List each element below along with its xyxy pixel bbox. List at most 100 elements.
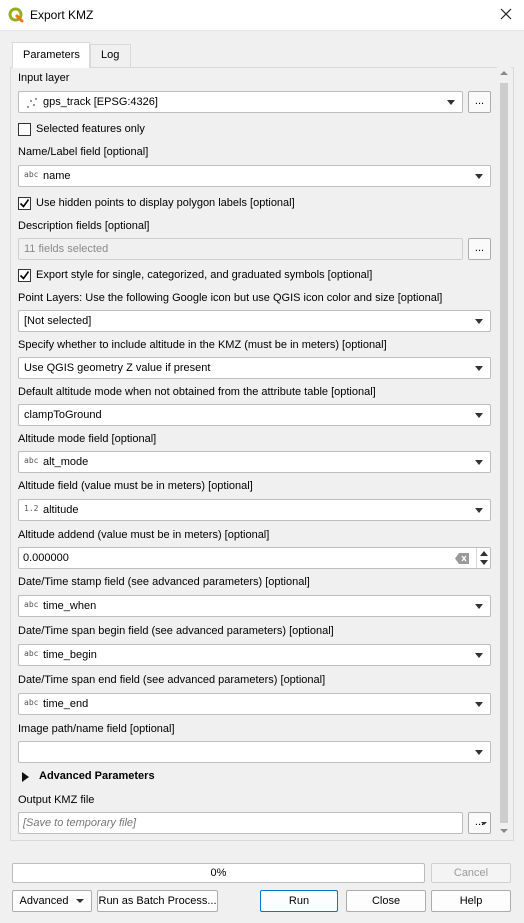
input-layer-value: gps_track [EPSG:4326] xyxy=(43,96,158,108)
run-batch-button[interactable]: Run as Batch Process... xyxy=(97,890,218,912)
step-down-icon[interactable] xyxy=(480,560,488,565)
description-fields-button[interactable]: ... xyxy=(468,238,491,260)
hidden-points-label: Use hidden points to display polygon lab… xyxy=(36,197,295,209)
ellipsis-label: ... xyxy=(474,242,485,254)
scroll-up-icon[interactable] xyxy=(500,71,508,75)
point-layer-icon xyxy=(27,98,37,108)
output-file-browse-button[interactable]: ... xyxy=(468,812,491,834)
numeric-field-icon: 1.2 xyxy=(24,504,39,513)
default-altitude-mode-label: Default altitude mode when not obtained … xyxy=(18,386,376,398)
tab-log[interactable]: Log xyxy=(90,44,131,68)
title-bar: Export KMZ xyxy=(0,0,524,31)
time-begin-label: Date/Time span begin field (see advanced… xyxy=(18,625,334,637)
advanced-label: Advanced xyxy=(19,895,69,907)
chevron-down-icon xyxy=(76,899,85,904)
altitude-field-combo[interactable]: 1.2 altitude xyxy=(18,499,491,521)
time-end-label: Date/Time span end field (see advanced p… xyxy=(18,674,326,686)
chevron-down-icon xyxy=(475,750,483,755)
altitude-addend-spinbox[interactable]: 0.000000 xyxy=(18,547,491,569)
tab-label: Log xyxy=(101,49,120,61)
chevron-down-icon xyxy=(475,702,483,707)
input-layer-label: Input layer xyxy=(18,72,70,84)
name-field-value: name xyxy=(43,170,71,182)
point-layers-combo[interactable]: [Not selected] xyxy=(18,310,491,332)
check-icon xyxy=(19,271,30,280)
export-style-label: Export style for single, categorized, an… xyxy=(36,269,373,281)
text-field-icon: abc xyxy=(24,698,39,707)
chevron-down-icon xyxy=(447,100,455,105)
image-field-combo[interactable] xyxy=(18,741,491,763)
close-button[interactable]: Close xyxy=(346,890,426,912)
point-layers-value: [Not selected] xyxy=(24,315,92,327)
altitude-include-combo[interactable]: Use QGIS geometry Z value if present xyxy=(18,357,491,379)
altitude-field-label: Altitude field (value must be in meters)… xyxy=(18,480,253,492)
time-stamp-combo[interactable]: abc time_when xyxy=(18,595,491,617)
altitude-field-value: altitude xyxy=(43,504,79,516)
help-button[interactable]: Help xyxy=(431,890,511,912)
run-button[interactable]: Run xyxy=(260,890,338,912)
advanced-parameters-label: Advanced Parameters xyxy=(39,770,155,782)
vertical-scrollbar[interactable] xyxy=(497,67,511,839)
time-end-combo[interactable]: abc time_end xyxy=(18,693,491,715)
expand-triangle-icon xyxy=(22,772,29,782)
hidden-points-checkbox[interactable] xyxy=(18,197,31,210)
time-begin-value: time_begin xyxy=(43,649,97,661)
tab-parameters[interactable]: Parameters xyxy=(12,42,90,68)
output-file-input[interactable] xyxy=(18,812,463,834)
chevron-down-icon xyxy=(475,319,483,324)
chevron-down-icon xyxy=(475,460,483,465)
window-title: Export KMZ xyxy=(30,8,94,22)
clear-icon[interactable] xyxy=(455,553,469,564)
ellipsis-label: ... xyxy=(474,95,485,107)
progress-percent: 0% xyxy=(210,867,227,879)
chevron-down-icon xyxy=(475,366,483,371)
time-begin-combo[interactable]: abc time_begin xyxy=(18,644,491,666)
altitude-mode-field-combo[interactable]: abc alt_mode xyxy=(18,451,491,473)
check-icon xyxy=(19,199,30,208)
altitude-include-label: Specify whether to include altitude in t… xyxy=(18,339,387,351)
text-field-icon: abc xyxy=(24,170,39,179)
chevron-down-icon xyxy=(481,822,487,825)
scrollbar-thumb[interactable] xyxy=(500,83,508,823)
selected-features-checkbox[interactable] xyxy=(18,123,31,136)
description-fields-label: Description fields [optional] xyxy=(18,220,150,232)
altitude-addend-stepper[interactable] xyxy=(476,548,490,568)
selected-features-label: Selected features only xyxy=(36,123,145,135)
altitude-addend-value: 0.000000 xyxy=(23,552,69,564)
default-altitude-mode-combo[interactable]: clampToGround xyxy=(18,404,491,426)
point-layers-label: Point Layers: Use the following Google i… xyxy=(18,292,443,304)
step-up-icon[interactable] xyxy=(480,551,488,556)
altitude-addend-label: Altitude addend (value must be in meters… xyxy=(18,529,270,541)
name-field-label: Name/Label field [optional] xyxy=(18,146,149,158)
advanced-button[interactable]: Advanced xyxy=(12,890,92,912)
image-field-label: Image path/name field [optional] xyxy=(18,723,175,735)
text-field-icon: abc xyxy=(24,649,39,658)
chevron-down-icon xyxy=(475,508,483,513)
input-layer-combo[interactable]: gps_track [EPSG:4326] xyxy=(18,91,463,113)
qgis-logo-icon xyxy=(8,7,24,23)
time-end-value: time_end xyxy=(43,698,89,710)
run-batch-label: Run as Batch Process... xyxy=(98,895,217,907)
altitude-mode-field-label: Altitude mode field [optional] xyxy=(18,433,157,445)
altitude-mode-field-value: alt_mode xyxy=(43,456,89,468)
scroll-down-icon[interactable] xyxy=(500,829,508,833)
description-fields-value: 11 fields selected xyxy=(24,243,109,255)
close-icon[interactable] xyxy=(498,6,514,22)
output-file-label: Output KMZ file xyxy=(18,794,95,806)
text-field-icon: abc xyxy=(24,600,39,609)
time-stamp-value: time_when xyxy=(43,600,97,612)
run-label: Run xyxy=(288,895,310,907)
chevron-down-icon xyxy=(475,604,483,609)
time-stamp-label: Date/Time stamp field (see advanced para… xyxy=(18,576,310,588)
input-layer-options-button[interactable]: ... xyxy=(468,91,491,113)
export-style-checkbox[interactable] xyxy=(18,269,31,282)
chevron-down-icon xyxy=(475,413,483,418)
cancel-button[interactable]: Cancel xyxy=(431,863,511,883)
tab-label: Parameters xyxy=(23,49,80,61)
help-label: Help xyxy=(459,895,483,907)
progress-bar: 0% xyxy=(12,863,425,883)
close-label: Close xyxy=(371,895,401,907)
name-field-combo[interactable]: abc name xyxy=(18,165,491,187)
altitude-include-value: Use QGIS geometry Z value if present xyxy=(24,362,211,374)
default-altitude-mode-value: clampToGround xyxy=(24,409,102,421)
